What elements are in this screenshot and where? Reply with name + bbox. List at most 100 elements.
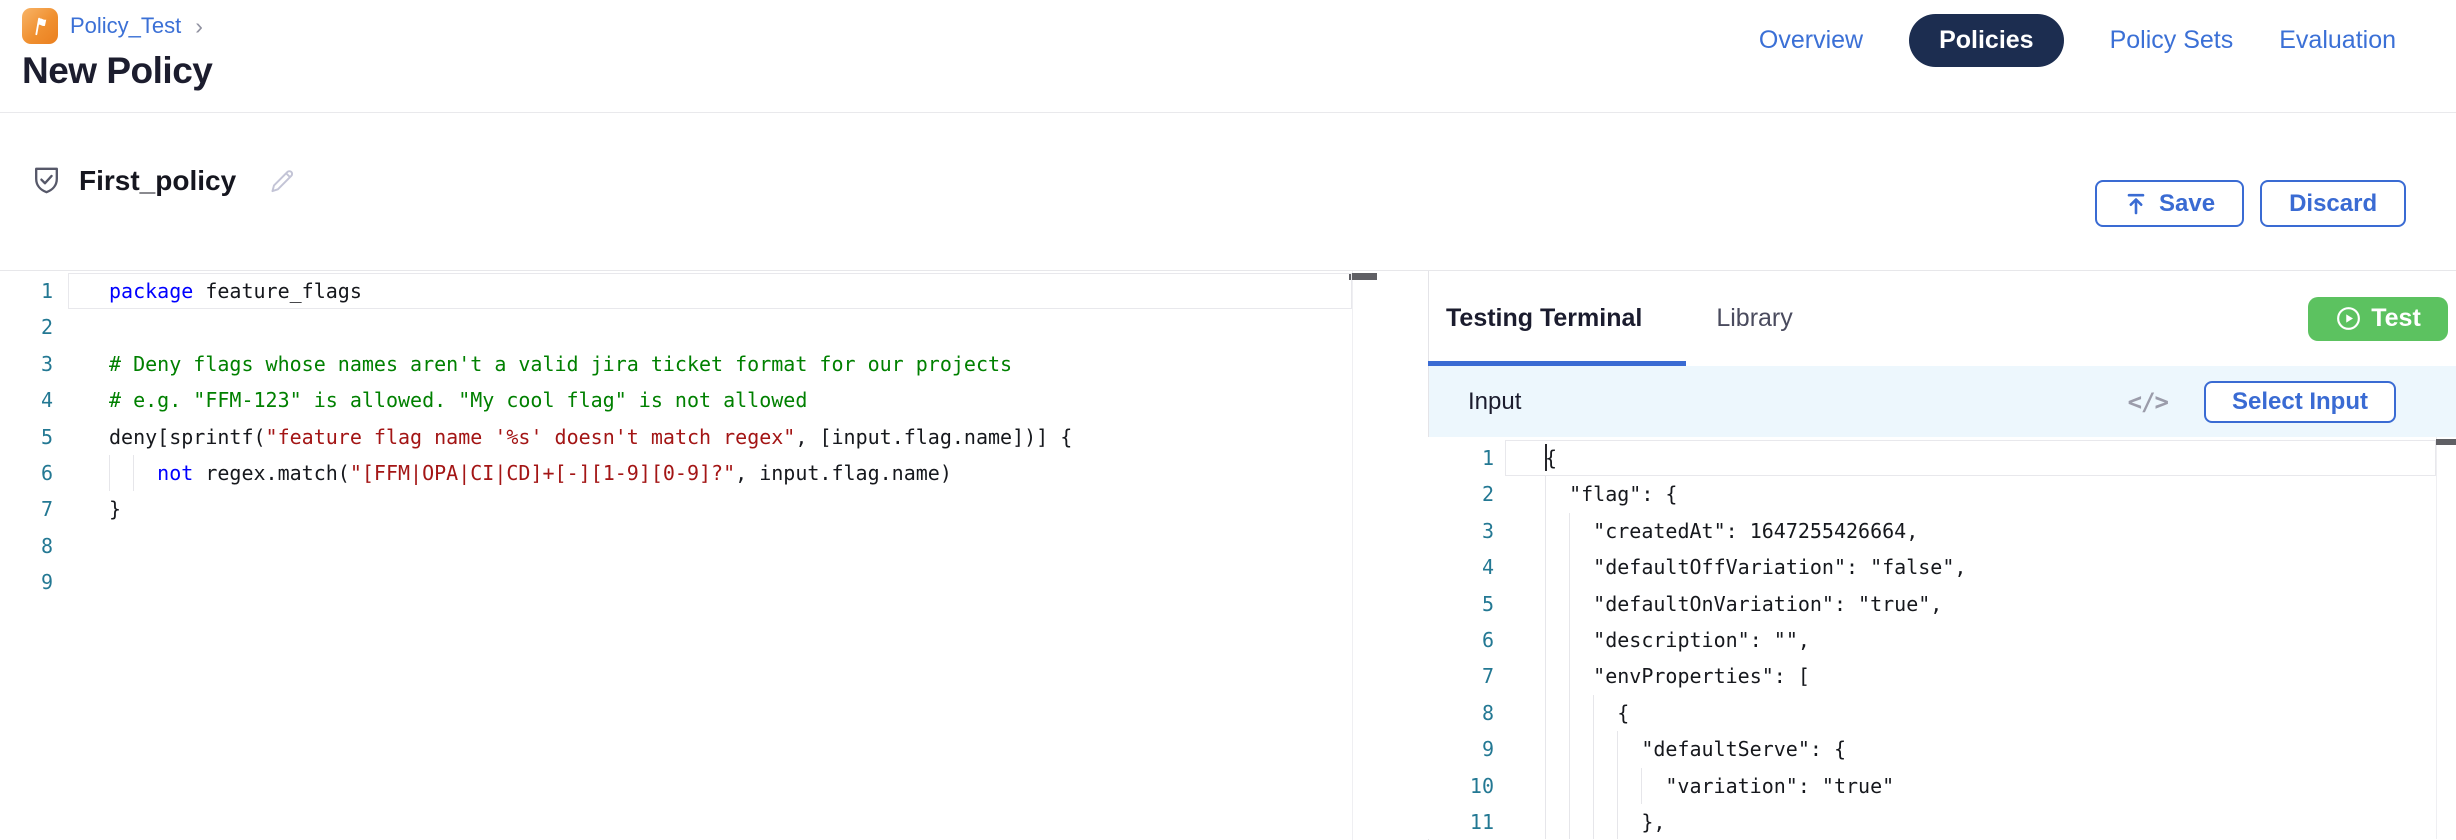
new-policy-page: Policy_Test › New Policy Overview Polici… <box>0 0 2456 840</box>
code-line[interactable]: 5 deny[sprintf("feature flag name '%s' do… <box>0 419 1377 455</box>
testing-panel-tabs: Testing Terminal Library Test <box>1428 271 2456 366</box>
code-line[interactable]: 4"defaultOffVariation": "false", <box>1428 549 2456 585</box>
code-line[interactable]: 8{ <box>1428 695 2456 731</box>
line-number: 8 <box>0 528 53 564</box>
code-line-text: { <box>1545 695 1629 731</box>
discard-button[interactable]: Discard <box>2260 180 2406 227</box>
code-line[interactable]: 3"createdAt": 1647255426664, <box>1428 513 2456 549</box>
indent-guide <box>1569 731 1593 767</box>
code-line[interactable]: 7} <box>0 491 1377 527</box>
line-number: 2 <box>1428 476 1494 512</box>
tab-overview[interactable]: Overview <box>1759 26 1863 55</box>
code-line-text: "createdAt": 1647255426664, <box>1545 513 1918 549</box>
policy-title-row: First_policy <box>30 164 297 197</box>
input-json-editor[interactable]: 1{2"flag": {3"createdAt": 1647255426664,… <box>1428 437 2456 839</box>
code-line[interactable]: 10 "variation": "true" <box>1428 768 2456 804</box>
code-line-text: # e.g. "FFM-123" is allowed. "My cool fl… <box>109 382 807 418</box>
shield-check-icon <box>30 164 63 197</box>
line-number: 2 <box>0 309 53 345</box>
code-line[interactable]: 5 "defaultOnVariation": "true", <box>1428 586 2456 622</box>
code-line-text: "defaultServe": { <box>1545 731 1846 767</box>
code-line[interactable]: 9"defaultServe": { <box>1428 731 2456 767</box>
indent-guide <box>1569 622 1593 658</box>
code-line[interactable]: 1{ <box>1428 440 2456 476</box>
indent-guide <box>1593 804 1617 839</box>
code-line-text: "flag": { <box>1545 476 1677 512</box>
indent-guide <box>1545 586 1569 622</box>
line-number: 10 <box>1428 768 1494 804</box>
indent-guide <box>1545 622 1569 658</box>
indent-guide <box>1569 695 1593 731</box>
line-number: 5 <box>0 419 53 455</box>
line-number: 7 <box>1428 658 1494 694</box>
top-nav: Overview Policies Policy Sets Evaluation <box>1759 14 2396 67</box>
tab-policies[interactable]: Policies <box>1909 14 2064 67</box>
tab-policy-sets[interactable]: Policy Sets <box>2110 26 2234 55</box>
chevron-right-icon: › <box>195 13 203 40</box>
indent-guide <box>1545 476 1569 512</box>
indent-guide <box>1593 768 1617 804</box>
line-number: 4 <box>1428 549 1494 585</box>
indent-guide <box>1569 804 1593 839</box>
code-line-text: } <box>109 491 121 527</box>
code-line[interactable]: 8 <box>0 528 1377 564</box>
play-circle-icon <box>2335 305 2362 332</box>
line-number: 11 <box>1428 804 1494 839</box>
indent-guide <box>1545 513 1569 549</box>
code-line[interactable]: 4 # e.g. "FFM-123" is allowed. "My cool f… <box>0 382 1377 418</box>
select-input-button[interactable]: Select Input <box>2204 381 2396 423</box>
indent-guide <box>1617 731 1641 767</box>
code-line[interactable]: 1 package feature_flags <box>0 273 1377 309</box>
header-divider <box>0 112 2456 113</box>
indent-guide <box>1641 768 1665 804</box>
indent-guide <box>1545 549 1569 585</box>
indent-guide <box>1569 549 1593 585</box>
tab-testing-terminal[interactable]: Testing Terminal <box>1446 304 1642 333</box>
code-line[interactable]: 11}, <box>1428 804 2456 839</box>
discard-button-label: Discard <box>2289 190 2377 218</box>
code-line[interactable]: 7"envProperties": [ <box>1428 658 2456 694</box>
indent-guide <box>133 455 157 491</box>
test-button[interactable]: Test <box>2308 297 2448 341</box>
indent-guide <box>1617 804 1641 839</box>
upload-icon <box>2124 192 2148 216</box>
code-line[interactable]: 2 "flag": { <box>1428 476 2456 512</box>
save-button[interactable]: Save <box>2095 180 2244 227</box>
line-number: 7 <box>0 491 53 527</box>
tab-library[interactable]: Library <box>1716 304 1792 333</box>
code-line-text: deny[sprintf("feature flag name '%s' doe… <box>109 419 1072 455</box>
testing-panel: Testing Terminal Library Test Input </> … <box>1428 271 2456 840</box>
line-number: 3 <box>0 346 53 382</box>
breadcrumb-project-link[interactable]: Policy_Test <box>70 13 181 39</box>
action-buttons: Save Discard <box>2095 180 2406 227</box>
code-line-text: not regex.match("[FFM|OPA|CI|CD]+[-][1-9… <box>109 455 952 491</box>
line-number: 6 <box>0 455 53 491</box>
page-title: New Policy <box>22 50 212 92</box>
code-line-text: "defaultOnVariation": "true", <box>1545 586 1942 622</box>
rego-code-editor[interactable]: 1 package feature_flags 23# Deny flags who… <box>0 271 1377 840</box>
line-number: 1 <box>0 273 53 309</box>
indent-guide <box>1545 731 1569 767</box>
indent-guide <box>1593 731 1617 767</box>
indent-guide <box>1569 768 1593 804</box>
line-number: 4 <box>0 382 53 418</box>
code-line[interactable]: 2 <box>0 309 1377 345</box>
code-line[interactable]: 6"description": "", <box>1428 622 2456 658</box>
tab-evaluation[interactable]: Evaluation <box>2279 26 2396 55</box>
line-number: 5 <box>1428 586 1494 622</box>
code-line[interactable]: 3# Deny flags whose names aren't a valid… <box>0 346 1377 382</box>
code-view-icon[interactable]: </> <box>2128 388 2168 416</box>
indent-guide <box>1569 586 1593 622</box>
breadcrumb: Policy_Test › <box>22 8 203 44</box>
code-line-text: package feature_flags <box>109 273 362 309</box>
code-line[interactable]: 6 not regex.match("[FFM|OPA|CI|CD]+[-][1-… <box>0 455 1377 491</box>
test-button-label: Test <box>2371 304 2421 333</box>
code-line-text: "variation": "true" <box>1545 768 1894 804</box>
input-header-bar: Input </> Select Input <box>1428 366 2456 437</box>
edit-pencil-icon[interactable] <box>266 165 297 196</box>
indent-guide <box>1617 768 1641 804</box>
line-number: 1 <box>1428 440 1494 476</box>
line-number: 9 <box>0 564 53 600</box>
indent-guide <box>109 455 133 491</box>
code-line[interactable]: 9 <box>0 564 1377 600</box>
